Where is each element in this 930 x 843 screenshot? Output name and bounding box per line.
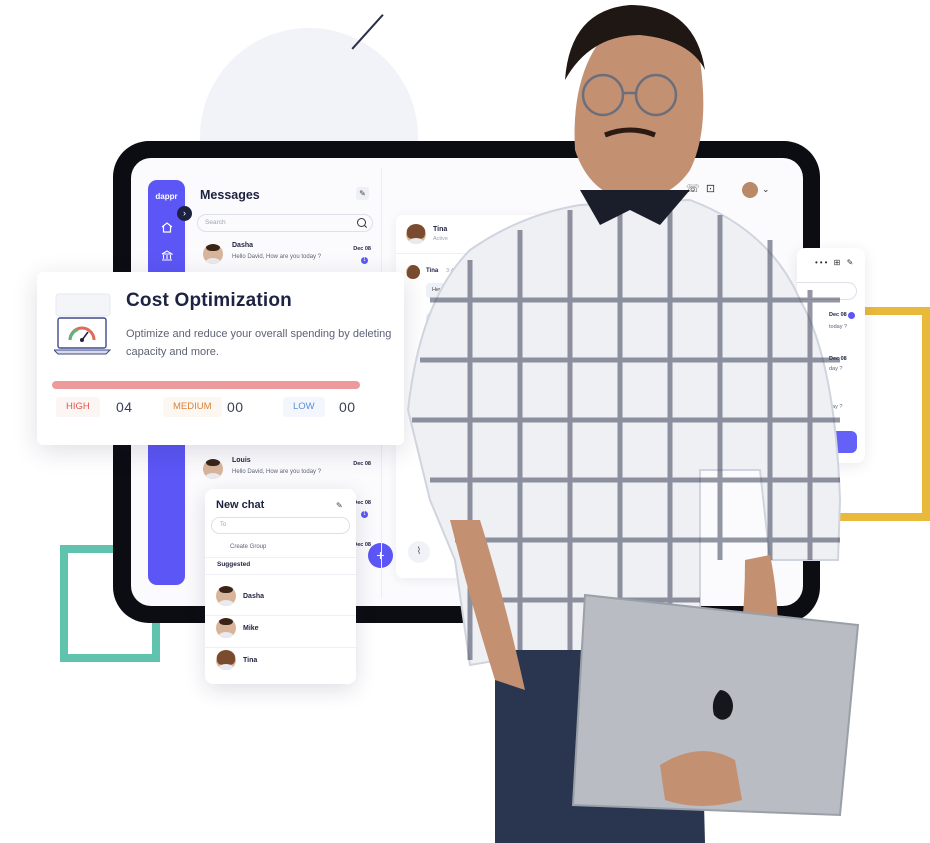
chat-icon[interactable]: ⊡ <box>706 183 715 195</box>
edit-icon[interactable]: ✎ <box>847 258 856 267</box>
avatar <box>203 244 223 264</box>
contact-name: Tina <box>243 657 258 664</box>
sender-avatar <box>406 265 420 279</box>
conversation-item[interactable]: Dasha Hello David, How are you today ? D… <box>203 242 371 268</box>
app-logo: dappr <box>155 192 178 201</box>
divider <box>205 574 356 575</box>
compose-icon[interactable]: ✎ <box>356 187 369 200</box>
message-bubble: Hey Tina <box>426 283 466 298</box>
side-chat-panel: ••• ⊞ ✎ Dec 08 today ? Dec 08 day ? day … <box>797 248 865 463</box>
item-preview: day ? <box>829 404 843 410</box>
conversation-item[interactable]: Louis Hello David, How are you today ? D… <box>203 457 371 483</box>
new-chat-panel: New chat ✎ To Create Group Suggested Das… <box>205 489 356 684</box>
level-high-value: 04 <box>116 399 133 415</box>
contact-status: Active <box>433 236 448 242</box>
contact-name: Mike <box>243 625 259 632</box>
progress-bar <box>52 381 360 389</box>
recipient-placeholder: To <box>220 522 227 528</box>
notification-icon[interactable]: ☏ <box>686 183 700 195</box>
send-button[interactable] <box>827 431 857 453</box>
level-high-label: HIGH <box>56 397 100 417</box>
contact-avatar <box>406 224 426 244</box>
chevron-right-icon[interactable]: › <box>177 206 192 221</box>
search-icon <box>357 218 366 227</box>
level-low-label: LOW <box>283 397 325 417</box>
message-image <box>426 312 476 367</box>
conversation-date: Dec 08 <box>353 246 371 252</box>
suggested-contact[interactable]: Mike <box>216 618 346 642</box>
conversation-name: Dasha <box>232 242 254 249</box>
divider <box>205 615 356 616</box>
edit-icon[interactable]: ✎ <box>336 501 343 510</box>
messages-title: Messages <box>200 188 260 202</box>
item-preview: today ? <box>829 324 848 330</box>
message-time: 3:42 <box>446 268 457 274</box>
suggested-label: Suggested <box>217 561 251 568</box>
avatar <box>216 650 236 670</box>
conversation-preview: Hello David, How are you today ? <box>232 254 322 260</box>
avatar <box>216 618 236 638</box>
home-icon[interactable] <box>161 220 173 233</box>
more-icon[interactable]: ••• <box>815 258 829 267</box>
conversation-name: Louis <box>232 457 251 464</box>
cost-optimization-card: Cost Optimization Optimize and reduce yo… <box>37 272 404 445</box>
level-low-value: 00 <box>339 399 356 415</box>
level-medium-value: 00 <box>227 399 244 415</box>
bank-icon[interactable] <box>161 248 174 261</box>
item-date: Dec 08 <box>829 356 847 362</box>
speedometer-laptop-icon <box>54 293 112 355</box>
contact-name: Tina <box>433 226 448 233</box>
suggested-contact[interactable]: Tina <box>216 650 346 674</box>
new-chat-title: New chat <box>216 499 265 511</box>
create-group-link[interactable]: Create Group <box>230 544 266 550</box>
conversation-date: Dec 08 <box>353 461 371 467</box>
item-date: Dec 08 <box>829 312 847 318</box>
divider <box>396 253 606 254</box>
avatar <box>216 586 236 606</box>
chevron-down-icon[interactable]: ⌄ <box>762 184 770 195</box>
recipient-input[interactable]: To <box>211 517 350 534</box>
suggested-contact[interactable]: Dasha <box>216 586 346 610</box>
level-medium-label: MEDIUM <box>163 397 222 417</box>
divider <box>205 647 356 648</box>
search-input[interactable]: Search <box>197 214 373 232</box>
card-description: Optimize and reduce your overall spendin… <box>126 328 392 358</box>
grid-icon[interactable]: ⊞ <box>834 258 843 267</box>
paperclip-icon[interactable]: ⌇ <box>408 541 430 563</box>
divider <box>205 557 356 558</box>
message-sender: Tina <box>426 268 439 274</box>
search-input[interactable] <box>797 282 857 300</box>
unread-badge: 1 <box>361 511 368 518</box>
toolbar-icons: ••• ⊞ ✎ <box>815 258 855 267</box>
unread-badge <box>848 312 855 319</box>
contact-name: Dasha <box>243 593 265 600</box>
user-avatar[interactable] <box>742 182 758 198</box>
avatar <box>203 459 223 479</box>
item-preview: day ? <box>829 366 843 372</box>
unread-badge: 1 <box>361 257 368 264</box>
chat-window: Tina Active Tina 3:42 Hey Tina ⌇ <box>396 215 606 578</box>
conversation-preview: Hello David, How are you today ? <box>232 469 322 475</box>
card-title: Cost Optimization <box>126 290 292 311</box>
search-placeholder: Search <box>205 219 226 226</box>
topbar-icons: ☏ ⊡ <box>686 182 715 195</box>
